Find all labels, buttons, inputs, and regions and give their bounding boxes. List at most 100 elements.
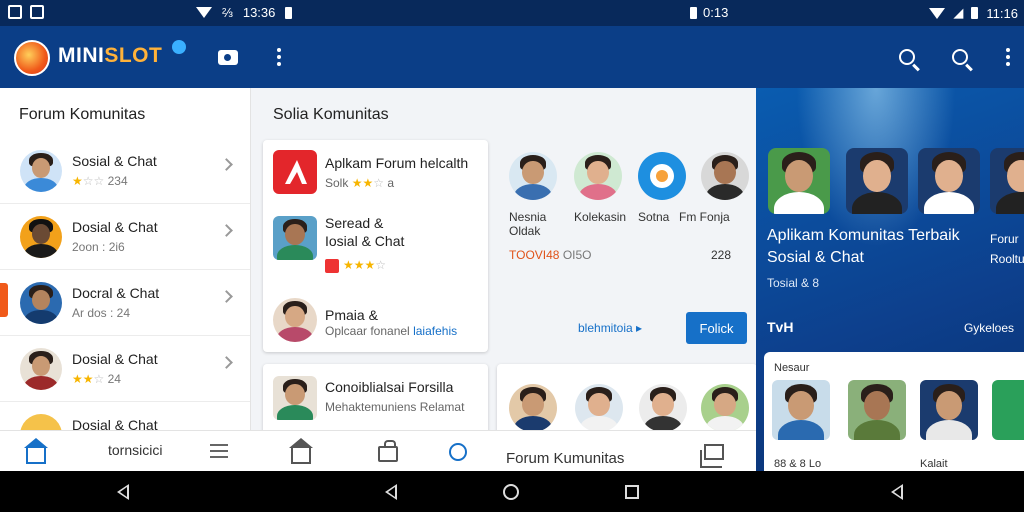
featured-title: Aplikam Komunitas Terbaik Sosial & Chat xyxy=(767,227,960,266)
app-logo-icon xyxy=(273,150,317,194)
list-item[interactable]: Dosial & Chat ★★☆ 24 xyxy=(0,336,250,402)
person-label: Nesnia Oldak xyxy=(509,210,547,238)
person-avatar[interactable] xyxy=(638,152,686,200)
nav-home-2[interactable] xyxy=(289,438,313,464)
list-item-meta: 2oon : 2i6 xyxy=(72,240,125,254)
item-sub: Oplcaar fonanel laiafehis xyxy=(325,324,458,338)
status-center: ⅔ 13:36 xyxy=(196,5,293,20)
list-item[interactable]: Dosial & Chat xyxy=(0,402,250,430)
community-panel: Solia Komunitas Aplkam Forum helcalth So… xyxy=(251,88,756,430)
status-bar: ⅔ 13:36 0:13 ◢ 11:16 xyxy=(0,0,1024,26)
stat-left: TOOVI48 OI5O xyxy=(509,248,592,262)
tile-caption: Kalait xyxy=(920,458,948,470)
featured-avatar[interactable] xyxy=(768,148,830,214)
battery-icon-2 xyxy=(690,6,697,19)
member-avatar[interactable] xyxy=(575,384,623,430)
battery-icon-3 xyxy=(971,7,979,19)
list-item-title: Docral & Chat xyxy=(72,285,160,301)
list-item-title: Sosial & Chat xyxy=(72,153,157,169)
wifi-icon xyxy=(196,7,212,18)
overflow-menu-button-2[interactable] xyxy=(994,43,1022,71)
nav-title: Forum Kumunitas xyxy=(506,450,625,467)
list-item[interactable]: Sosial & Chat ★☆☆ 234 xyxy=(0,138,250,204)
follow-button[interactable]: Folick xyxy=(686,312,747,344)
power-icon xyxy=(449,443,467,461)
system-navigation-bar xyxy=(0,471,1024,512)
wifi-icon-2 xyxy=(929,7,946,19)
chevron-right-icon xyxy=(220,158,233,171)
logo-icon xyxy=(14,40,50,76)
search-icon xyxy=(899,49,915,65)
featured-sub: Tosial & 8 xyxy=(767,276,820,290)
menu-icon xyxy=(210,440,234,458)
list-item-meta: Ar dos : 24 xyxy=(72,306,131,320)
windows-icon xyxy=(700,444,724,468)
members-panel: Nesaur 88 & 8 Lo Kalait xyxy=(764,352,1024,471)
list-item-meta: ★☆☆ 234 xyxy=(72,174,128,188)
member-tile[interactable] xyxy=(772,380,830,440)
search-button-2[interactable] xyxy=(946,43,974,71)
avatar xyxy=(273,216,317,260)
more-link[interactable]: blehmitoia ▸ xyxy=(578,321,642,335)
chevron-right-icon xyxy=(220,224,233,237)
list-item-title: Dosial & Chat xyxy=(72,351,158,367)
featured-brand: TvH xyxy=(767,319,794,335)
nav-label[interactable]: tornsicici xyxy=(108,442,162,458)
chevron-right-icon xyxy=(220,290,233,303)
person-label: Kolekasin xyxy=(574,210,627,224)
camera-icon xyxy=(218,49,238,65)
home-button-icon[interactable] xyxy=(503,484,519,500)
featured-avatar[interactable] xyxy=(990,148,1024,214)
list-item-title: Dosial & Chat xyxy=(72,219,158,235)
signal-icon-2: ◢ xyxy=(953,5,964,20)
person-avatar[interactable] xyxy=(509,152,557,200)
featured-avatar[interactable] xyxy=(846,148,908,214)
featured-avatar[interactable] xyxy=(918,148,980,214)
list-item[interactable]: Docral & Chat Ar dos : 24 xyxy=(0,270,250,336)
back-icon-3[interactable] xyxy=(891,484,903,500)
notification-icon xyxy=(8,5,22,19)
nav-home[interactable] xyxy=(24,438,48,464)
recents-icon[interactable] xyxy=(625,485,639,499)
status-center-2: 0:13 xyxy=(690,5,728,20)
person-avatar[interactable] xyxy=(701,152,749,200)
search-button[interactable] xyxy=(893,43,921,71)
item-rating: ★★★☆ xyxy=(325,258,386,273)
overflow-menu-button[interactable] xyxy=(265,43,293,71)
person-avatar[interactable] xyxy=(574,152,622,200)
member-tile[interactable] xyxy=(848,380,906,440)
app-card[interactable]: Aplkam Forum helcalth Solk ★★☆ a Seread … xyxy=(263,140,488,352)
app-title: Aplkam Forum helcalth xyxy=(325,155,469,171)
nav-bag[interactable] xyxy=(378,440,402,464)
verified-badge-icon xyxy=(172,40,186,54)
nav-menu[interactable] xyxy=(210,440,234,464)
panel-title: Solia Komunitas xyxy=(273,106,389,123)
brand-suffix: SLOT xyxy=(104,44,163,67)
tile-caption: 88 & 8 Lo xyxy=(774,458,822,470)
list-item[interactable]: Dosial & Chat 2oon : 2i6 xyxy=(0,204,250,270)
list-item-title: Dosial & Chat xyxy=(72,417,158,430)
member-avatar[interactable] xyxy=(701,384,749,430)
member-avatar[interactable] xyxy=(639,384,687,430)
bag-icon xyxy=(378,440,398,462)
camera-button[interactable] xyxy=(214,43,242,71)
back-icon-2[interactable] xyxy=(385,484,397,500)
panel-title: Forum Komunitas xyxy=(19,106,146,123)
avatar xyxy=(20,216,62,258)
member-tile[interactable] xyxy=(920,380,978,440)
nav-power[interactable] xyxy=(449,440,473,464)
member-avatar[interactable] xyxy=(509,384,557,430)
nav-windows[interactable] xyxy=(700,440,728,468)
featured-link[interactable]: Gykeloes xyxy=(964,321,1014,335)
brand-prefix: MINI xyxy=(58,44,105,67)
person-label: Sotna xyxy=(638,210,670,224)
status-right: ◢ 11:16 xyxy=(929,5,1018,21)
avatar xyxy=(20,348,62,390)
member-tile[interactable] xyxy=(992,380,1024,440)
battery-icon xyxy=(285,6,293,19)
more-vertical-icon xyxy=(277,48,281,66)
back-icon[interactable] xyxy=(117,484,129,500)
card-sub: Mehaktemuniens Relamat xyxy=(325,400,465,414)
item-title: Pmaia & xyxy=(325,307,378,323)
community-card[interactable]: Conoiblialsai Forsilla Mehaktemuniens Re… xyxy=(263,364,488,430)
